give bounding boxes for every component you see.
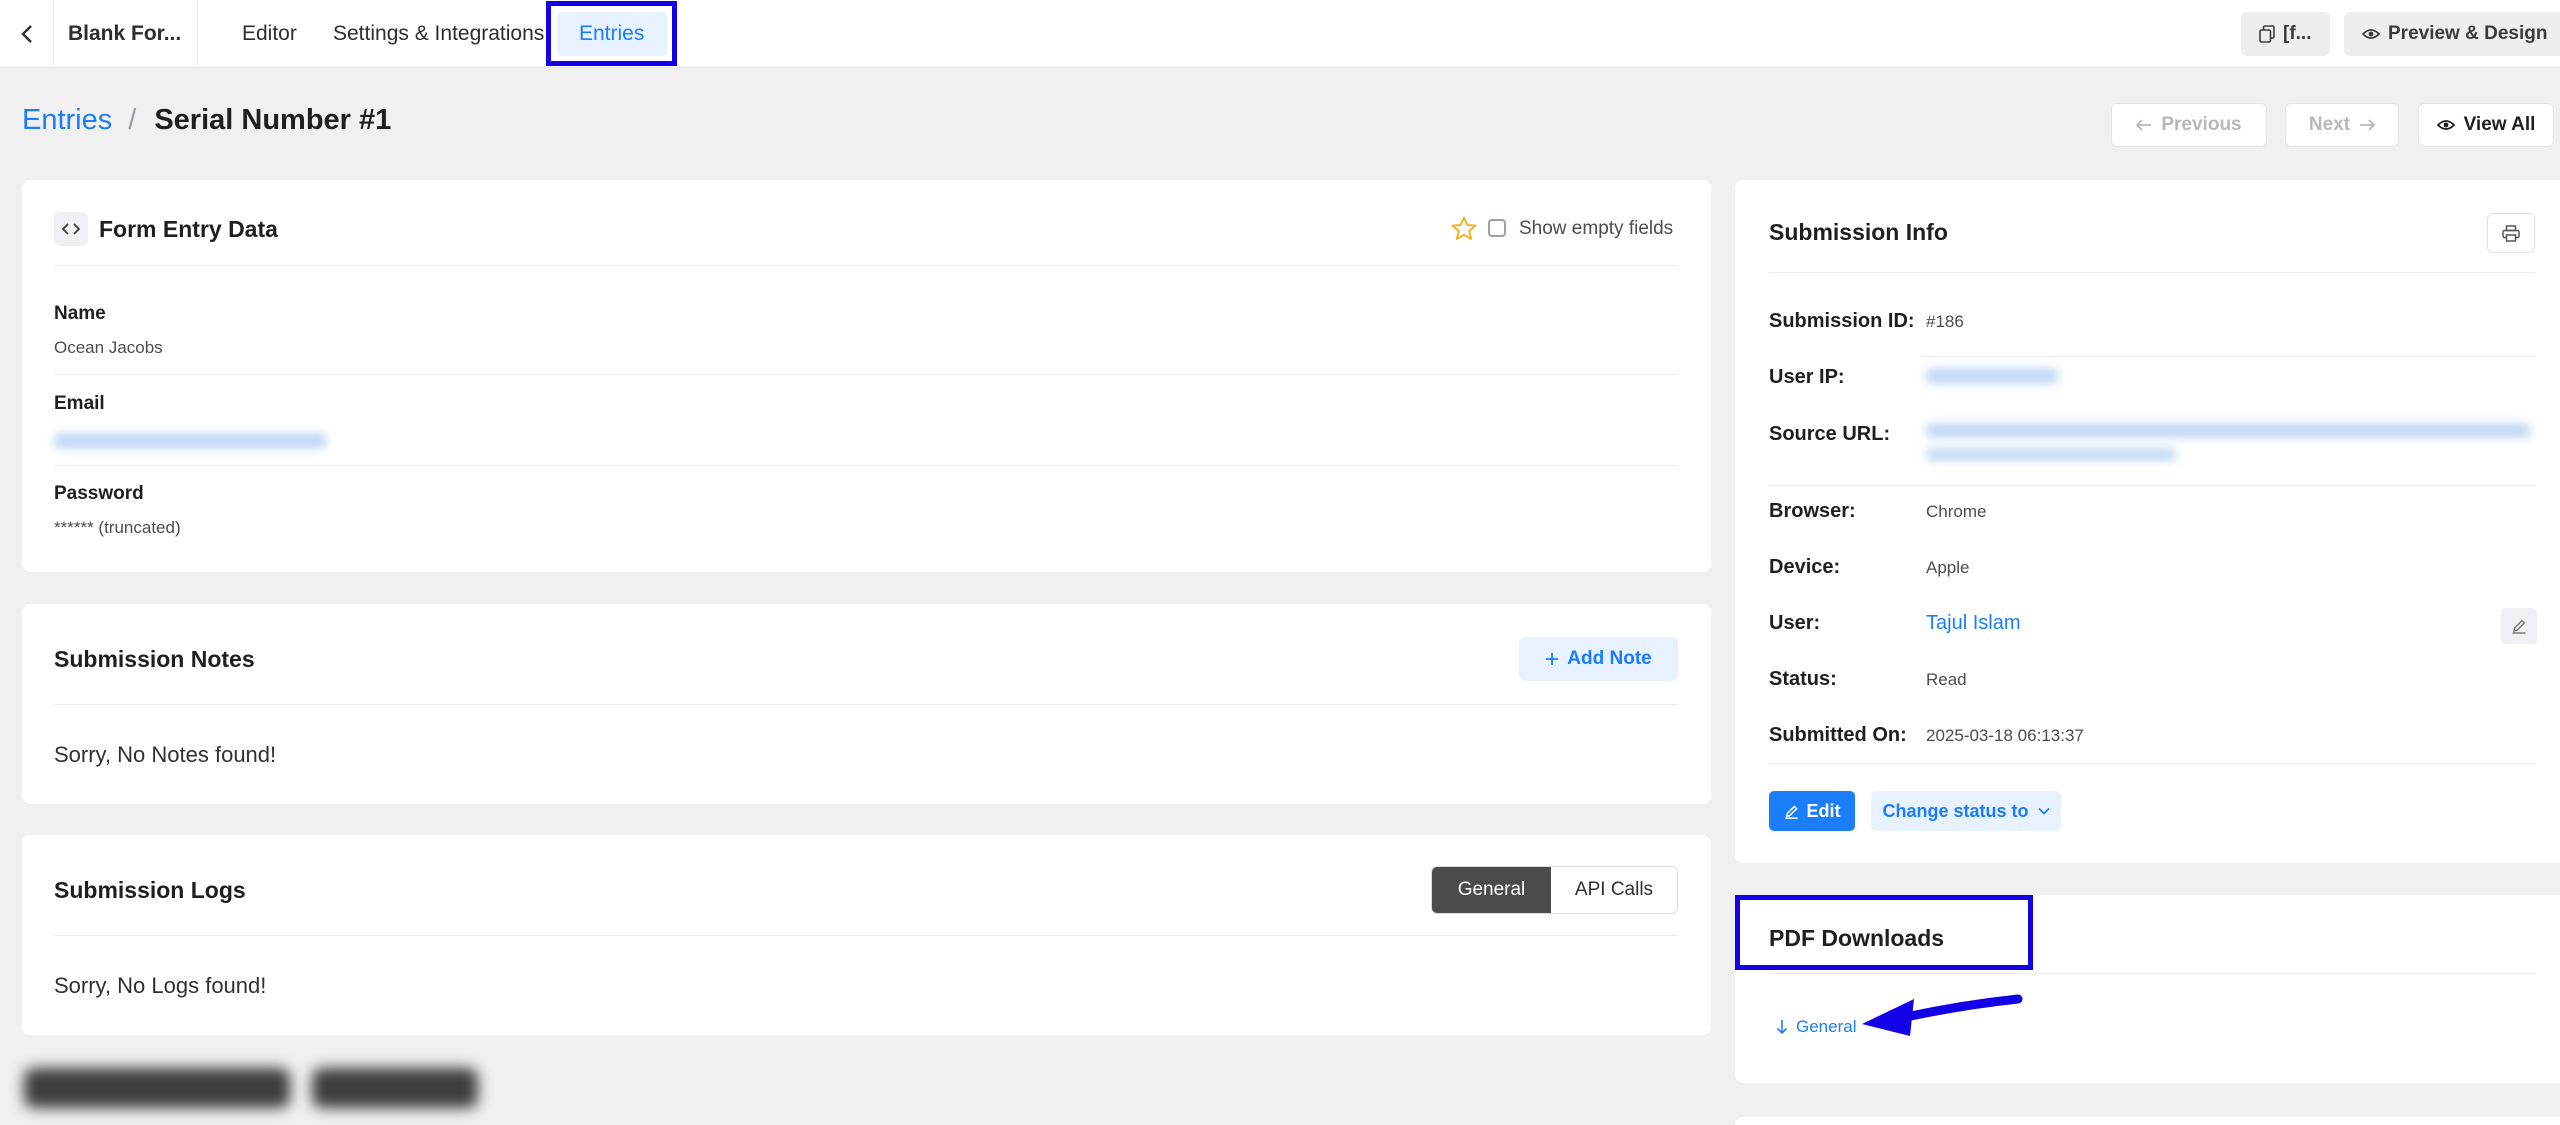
copy-icon bbox=[2259, 25, 2275, 43]
shortcode-label: [f... bbox=[2283, 23, 2312, 44]
submitted-on-value: 2025-03-18 06:13:37 bbox=[1926, 726, 2084, 745]
edit-user-button[interactable] bbox=[2501, 608, 2537, 644]
entries-tab-highlight-box bbox=[546, 1, 677, 66]
view-all-label: View All bbox=[2463, 114, 2536, 135]
redacted-element bbox=[312, 1068, 478, 1108]
submission-info-card bbox=[1735, 180, 2560, 863]
tab-editor[interactable]: Editor bbox=[242, 0, 297, 68]
pdf-download-general-link[interactable]: General bbox=[1776, 1017, 1856, 1037]
star-icon[interactable] bbox=[1451, 216, 1477, 241]
arrow-right-icon bbox=[2360, 119, 2376, 131]
code-icon bbox=[54, 212, 88, 246]
divider bbox=[1769, 485, 2535, 486]
back-button[interactable] bbox=[0, 0, 54, 68]
divider bbox=[54, 465, 1678, 466]
next-button[interactable]: Next bbox=[2285, 103, 2399, 147]
browser-label: Browser: bbox=[1769, 500, 1856, 522]
logs-tab-switcher: General API Calls bbox=[1431, 866, 1678, 914]
submission-logs-title: Submission Logs bbox=[54, 877, 246, 903]
arrow-left-icon bbox=[2136, 119, 2152, 131]
notes-empty-message: Sorry, No Notes found! bbox=[54, 742, 277, 767]
print-button[interactable] bbox=[2487, 213, 2535, 253]
status-value: Read bbox=[1926, 670, 1967, 689]
field-email-label: Email bbox=[54, 393, 105, 414]
page-title: Serial Number #1 bbox=[154, 104, 392, 136]
add-note-label: Add Note bbox=[1567, 648, 1652, 669]
eye-icon bbox=[2436, 120, 2455, 130]
pencil-icon bbox=[2512, 619, 2526, 634]
logs-tab-general[interactable]: General bbox=[1432, 867, 1551, 913]
logs-empty-message: Sorry, No Logs found! bbox=[54, 973, 267, 998]
change-status-dropdown[interactable]: Change status to bbox=[1871, 791, 2061, 831]
next-label: Next bbox=[2308, 114, 2351, 135]
previous-button[interactable]: Previous bbox=[2111, 103, 2267, 147]
divider bbox=[1920, 356, 2535, 357]
chevron-left-icon bbox=[20, 25, 32, 43]
chevron-down-icon bbox=[2037, 807, 2050, 815]
show-empty-fields-label: Show empty fields bbox=[1519, 218, 1674, 239]
form-entry-title: Form Entry Data bbox=[99, 216, 278, 242]
pencil-icon bbox=[1784, 804, 1798, 819]
annotation-arrow bbox=[1862, 994, 2023, 1036]
change-status-label: Change status to bbox=[1882, 800, 2029, 821]
tab-settings-integrations[interactable]: Settings & Integrations bbox=[333, 0, 544, 68]
show-empty-fields-checkbox[interactable] bbox=[1488, 219, 1506, 237]
field-name-value: Ocean Jacobs bbox=[54, 338, 163, 357]
divider bbox=[54, 935, 1678, 936]
top-bar: Blank For... Editor Settings & Integrati… bbox=[0, 0, 2560, 68]
submission-id-label: Submission ID: bbox=[1769, 310, 1915, 332]
edit-button[interactable]: Edit bbox=[1769, 791, 1855, 831]
add-note-button[interactable]: Add Note bbox=[1519, 637, 1678, 681]
divider bbox=[1769, 973, 2535, 974]
field-email-value-redacted bbox=[54, 434, 326, 448]
edit-label: Edit bbox=[1806, 800, 1841, 821]
divider bbox=[1769, 272, 2535, 273]
preview-design-label: Preview & Design bbox=[2388, 23, 2548, 44]
previous-label: Previous bbox=[2161, 114, 2242, 135]
field-password-value: ****** (truncated) bbox=[54, 518, 181, 537]
source-url-label: Source URL: bbox=[1769, 423, 1891, 445]
preview-design-button[interactable]: Preview & Design bbox=[2344, 12, 2560, 56]
submission-id-value: #186 bbox=[1926, 312, 1964, 331]
user-ip-value-redacted bbox=[1926, 369, 2058, 383]
divider bbox=[1769, 763, 2535, 764]
divider bbox=[54, 374, 1678, 375]
source-url-value-redacted bbox=[1926, 449, 2176, 460]
user-ip-label: User IP: bbox=[1769, 366, 1845, 388]
pdf-downloads-highlight-box bbox=[1735, 895, 2033, 970]
breadcrumb: Entries / Serial Number #1 bbox=[22, 104, 391, 137]
form-name[interactable]: Blank For... bbox=[55, 0, 198, 68]
eye-icon bbox=[2362, 29, 2380, 39]
source-url-value-redacted bbox=[1926, 424, 2530, 437]
field-name-label: Name bbox=[54, 303, 106, 324]
arrow-down-icon bbox=[1776, 1020, 1788, 1035]
view-all-button[interactable]: View All bbox=[2418, 103, 2554, 147]
device-value: Apple bbox=[1926, 558, 1970, 577]
divider bbox=[54, 265, 1678, 266]
pdf-download-general-label: General bbox=[1796, 1017, 1857, 1036]
printer-icon bbox=[2502, 224, 2520, 242]
field-password-label: Password bbox=[54, 483, 144, 504]
redacted-element bbox=[24, 1068, 290, 1108]
plus-icon bbox=[1546, 653, 1559, 665]
next-card-partial bbox=[1735, 1117, 2560, 1125]
submitted-on-label: Submitted On: bbox=[1769, 724, 1907, 746]
browser-value: Chrome bbox=[1926, 502, 1987, 521]
user-value-link[interactable]: Tajul Islam bbox=[1926, 612, 2020, 635]
device-label: Device: bbox=[1769, 556, 1841, 578]
submission-notes-title: Submission Notes bbox=[54, 646, 255, 672]
breadcrumb-separator: / bbox=[128, 104, 137, 136]
logs-tab-api-calls[interactable]: API Calls bbox=[1551, 867, 1677, 913]
submission-info-title: Submission Info bbox=[1769, 219, 1948, 245]
breadcrumb-entries-link[interactable]: Entries bbox=[22, 104, 112, 137]
shortcode-button[interactable]: [f... bbox=[2241, 12, 2330, 56]
user-label: User: bbox=[1769, 612, 1821, 634]
status-label: Status: bbox=[1769, 668, 1837, 690]
divider bbox=[54, 704, 1678, 705]
